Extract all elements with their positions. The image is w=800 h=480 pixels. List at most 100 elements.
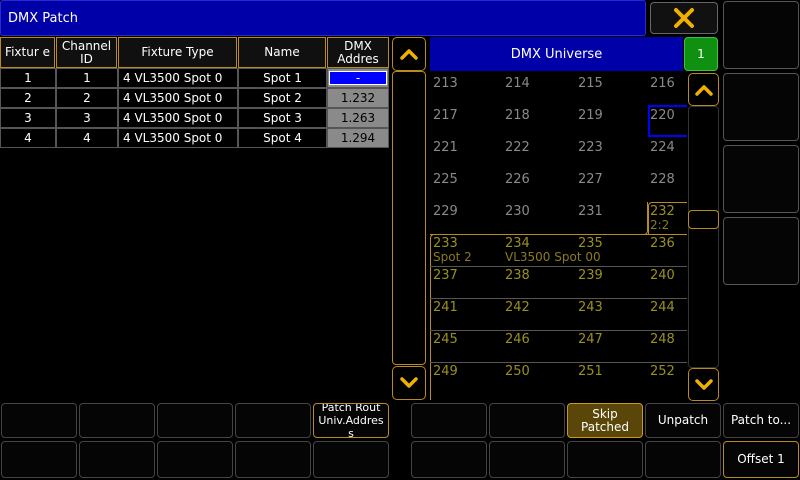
dmx-cell[interactable]: 229 xyxy=(433,204,458,219)
cell-fixture: 2 xyxy=(0,88,56,108)
dmx-cell-patched[interactable]: 242 xyxy=(505,300,530,315)
universe-scroll-thumb[interactable] xyxy=(688,210,719,229)
dmx-cell[interactable]: 222 xyxy=(505,140,530,155)
dmx-cell[interactable]: 215 xyxy=(578,76,603,91)
bottom-key[interactable] xyxy=(235,441,311,478)
softkey-4[interactable] xyxy=(723,217,799,285)
table-row[interactable]: 1 1 4 VL3500 Spot 0 Spot 1 - xyxy=(0,68,390,88)
patch-to-button[interactable]: Patch to... xyxy=(723,403,799,438)
universe-scroll-up-button[interactable] xyxy=(688,73,719,106)
dmx-cell[interactable]: 227 xyxy=(578,172,603,187)
dmx-cell[interactable]: 216 xyxy=(650,76,675,91)
dmx-cell[interactable]: 218 xyxy=(505,108,530,123)
header-name[interactable]: Name xyxy=(238,37,326,68)
cell-type: 4 VL3500 Spot 0 xyxy=(118,68,238,88)
bottom-key[interactable] xyxy=(157,403,233,438)
close-x-icon xyxy=(674,8,694,28)
cell-fixture: 4 xyxy=(0,128,56,148)
dmx-cell[interactable]: 219 xyxy=(578,108,603,123)
bottom-key[interactable] xyxy=(235,403,311,438)
cell-address[interactable]: 1.263 xyxy=(327,108,389,128)
bottom-key[interactable] xyxy=(489,403,565,438)
dmx-cell-patched[interactable]: 247 xyxy=(578,332,603,347)
dmx-cell-patched[interactable]: 246 xyxy=(505,332,530,347)
dmx-grid[interactable]: 213 214 215 216 217 218 219 220 221 222 … xyxy=(430,72,687,400)
dmx-cell[interactable]: 217 xyxy=(433,108,458,123)
table-row[interactable]: 3 3 4 VL3500 Spot 0 Spot 3 1.263 xyxy=(0,108,390,128)
dmx-cell-patched[interactable]: 236 xyxy=(650,236,675,251)
bottom-key[interactable] xyxy=(411,403,487,438)
patch-start-sub: 2:2 xyxy=(650,218,670,232)
universe-scroll-down-button[interactable] xyxy=(688,368,719,401)
dmx-cell-patched[interactable]: 249 xyxy=(433,364,458,379)
softkey-1[interactable] xyxy=(723,1,799,69)
dmx-cell[interactable]: 225 xyxy=(433,172,458,187)
dmx-cell-patched[interactable]: 235 xyxy=(578,236,603,251)
close-button[interactable] xyxy=(650,2,718,34)
universe-scrollbar-track[interactable] xyxy=(688,106,719,368)
header-dmx-address[interactable]: DMX Addres xyxy=(327,37,389,68)
row-divider xyxy=(430,362,687,363)
cell-address[interactable]: 1.294 xyxy=(327,128,389,148)
patch-route-button[interactable]: Patch Rout Univ.Addres s xyxy=(313,403,389,438)
chevron-up-icon xyxy=(400,49,418,60)
bottom-key[interactable] xyxy=(411,441,487,478)
table-scrollbar-track[interactable] xyxy=(392,71,426,365)
bottom-key[interactable] xyxy=(79,441,155,478)
skip-patched-button[interactable]: Skip Patched xyxy=(567,403,643,438)
dmx-cell-patched[interactable]: 243 xyxy=(578,300,603,315)
dmx-cell-patched[interactable]: 250 xyxy=(505,364,530,379)
dmx-cell-patched[interactable]: 240 xyxy=(650,268,675,283)
bottom-key[interactable] xyxy=(1,441,77,478)
cell-name: Spot 2 xyxy=(238,88,327,108)
dmx-cell[interactable]: 224 xyxy=(650,140,675,155)
dmx-cell[interactable]: 228 xyxy=(650,172,675,187)
dmx-cell-patched[interactable]: 239 xyxy=(578,268,603,283)
table-row[interactable]: 4 4 4 VL3500 Spot 0 Spot 4 1.294 xyxy=(0,128,390,148)
bottom-key[interactable] xyxy=(313,441,389,478)
dmx-cell[interactable]: 226 xyxy=(505,172,530,187)
dmx-cell[interactable]: 213 xyxy=(433,76,458,91)
table-scroll-up-button[interactable] xyxy=(392,37,426,71)
title-bar: DMX Patch xyxy=(0,0,646,36)
dmx-cell-patched[interactable]: 237 xyxy=(433,268,458,283)
cell-channel: 1 xyxy=(56,68,118,88)
universe-number-button[interactable]: 1 xyxy=(684,37,718,71)
header-fixture-type[interactable]: Fixture Type xyxy=(118,37,237,68)
softkey-2[interactable] xyxy=(723,73,799,141)
bottom-key[interactable] xyxy=(157,441,233,478)
address-editor[interactable]: - xyxy=(329,71,387,85)
dmx-cell[interactable]: 223 xyxy=(578,140,603,155)
bottom-key[interactable] xyxy=(567,441,643,478)
softkey-3[interactable] xyxy=(723,145,799,213)
offset-button[interactable]: Offset 1 xyxy=(723,441,799,478)
dmx-cell[interactable]: 230 xyxy=(505,204,530,219)
cell-channel: 4 xyxy=(56,128,118,148)
dmx-cell-patched[interactable]: 251 xyxy=(578,364,603,379)
dmx-cell-patched[interactable]: 232 xyxy=(650,204,675,219)
dmx-cell[interactable]: 221 xyxy=(433,140,458,155)
bottom-key[interactable] xyxy=(79,403,155,438)
bottom-key[interactable] xyxy=(1,403,77,438)
dmx-cell-patched[interactable]: 244 xyxy=(650,300,675,315)
dmx-cell[interactable]: 214 xyxy=(505,76,530,91)
dmx-cell-patched[interactable]: 248 xyxy=(650,332,675,347)
table-scroll-down-button[interactable] xyxy=(392,366,426,400)
dmx-cell-selected[interactable]: 220 xyxy=(650,108,675,123)
dmx-cell-patched[interactable]: 241 xyxy=(433,300,458,315)
cell-address-selected[interactable]: - xyxy=(327,68,389,88)
header-channel-id[interactable]: Channel ID xyxy=(56,37,117,68)
dmx-cell-patched[interactable]: 252 xyxy=(650,364,675,379)
bottom-key[interactable] xyxy=(489,441,565,478)
dmx-cell-patched[interactable]: 238 xyxy=(505,268,530,283)
table-row[interactable]: 2 2 4 VL3500 Spot 0 Spot 2 1.232 xyxy=(0,88,390,108)
bottom-key[interactable] xyxy=(645,441,721,478)
dmx-cell-patched[interactable]: 245 xyxy=(433,332,458,347)
unpatch-button[interactable]: Unpatch xyxy=(645,403,721,438)
dmx-cell-patched[interactable]: 233 xyxy=(433,236,458,251)
cell-address[interactable]: 1.232 xyxy=(327,88,389,108)
dmx-cell[interactable]: 231 xyxy=(578,204,603,219)
header-fixture[interactable]: Fixtur e xyxy=(0,37,55,68)
cell-type: 4 VL3500 Spot 0 xyxy=(118,108,238,128)
dmx-cell-patched[interactable]: 234 xyxy=(505,236,530,251)
